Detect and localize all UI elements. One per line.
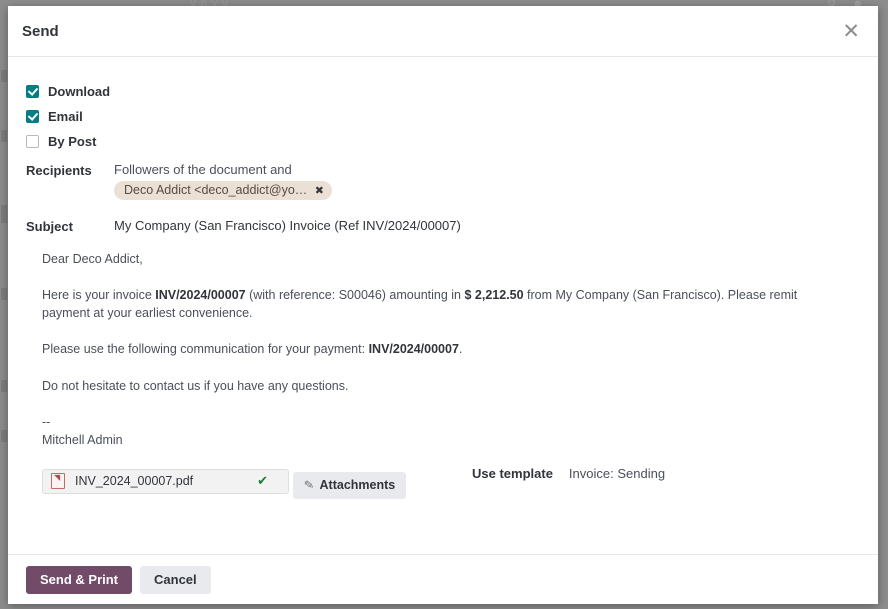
body-p1-invoice-ref: INV/2024/00007 [155,288,246,303]
option-row-email[interactable]: Email [26,104,864,129]
email-body-editor[interactable]: Dear Deco Addict, Here is your invoice I… [22,250,864,449]
email-checkbox[interactable] [26,110,39,123]
download-checkbox[interactable] [26,85,39,98]
dialog-body: Download Email By Post Recipients Follow… [8,57,878,554]
backdrop-edge-mark [1,130,7,142]
body-paragraph-2: Please use the following communication f… [42,340,818,358]
pdf-file-icon [51,473,65,490]
signature-separator: -- [42,414,51,429]
cancel-button[interactable]: Cancel [140,565,211,594]
send-and-print-button[interactable]: Send & Print [26,565,133,594]
subject-label: Subject [26,219,73,234]
body-paragraph-1: Here is your invoice INV/2024/00007 (wit… [42,286,818,322]
recipients-value: Followers of the document and Deco Addic… [100,162,332,200]
followers-text: Followers of the document and [114,162,292,177]
body-p2-b: . [458,342,463,357]
recipient-tag[interactable]: Deco Addict <deco_addict@you... ✖ [114,181,332,200]
attachment-area: INV_2024_00007.pdf ✔ ✎ Attachments Use t… [22,463,864,499]
option-row-by-post[interactable]: By Post [26,129,864,154]
check-icon: ✔ [257,473,268,489]
backdrop-edge-mark [1,288,7,300]
body-greeting: Dear Deco Addict, [42,252,143,266]
attachment-column: INV_2024_00007.pdf ✔ ✎ Attachments [42,463,472,499]
body-p2-invoice-ref: INV/2024/00007 [368,342,459,357]
paperclip-icon: ✎ [303,477,316,494]
dialog-title: Send [22,22,59,40]
close-icon[interactable]: ✕ [840,20,862,42]
attachment-file[interactable]: INV_2024_00007.pdf ✔ [42,468,289,494]
attachments-button[interactable]: ✎ Attachments [293,471,407,499]
download-label[interactable]: Download [48,84,110,99]
body-p1-amount: $ 2,212.50 [464,288,524,303]
backdrop-edge-mark [1,205,7,223]
body-p1-a: Here is your invoice [42,288,156,303]
email-label[interactable]: Email [48,109,83,124]
dialog-header: Send ✕ [8,6,878,57]
body-p2-a: Please use the following communication f… [42,342,369,357]
send-dialog: Send ✕ Download Email By Post Recipients… [8,6,878,604]
subject-row: Subject My Company (San Francisco) Invoi… [22,218,864,234]
signature-name: Mitchell Admin [42,432,123,447]
subject-input[interactable]: My Company (San Francisco) Invoice (Ref … [100,218,461,234]
dialog-footer: Send & Print Cancel [8,554,878,604]
body-paragraph-3: Do not hesitate to contact us if you hav… [42,378,349,393]
body-p1-b: (with reference: S00046) amounting in [245,288,465,303]
option-row-download[interactable]: Download [26,79,864,104]
by-post-checkbox[interactable] [26,135,39,148]
recipients-row: Recipients Followers of the document and… [22,162,864,200]
template-block: Use template Invoice: Sending [472,463,665,499]
recipient-tag-label: Deco Addict <deco_addict@you... [124,183,312,197]
backdrop-edge-mark [1,430,7,442]
attachment-file-name: INV_2024_00007.pdf [75,474,194,489]
remove-recipient-icon[interactable]: ✖ [315,184,324,197]
attachments-button-label: Attachments [319,478,396,493]
use-template-value[interactable]: Invoice: Sending [569,466,665,499]
backdrop-edge-mark [1,70,7,82]
use-template-label: Use template [472,465,553,481]
by-post-label[interactable]: By Post [48,134,96,149]
recipients-label: Recipients [26,163,92,178]
backdrop-edge-mark [1,380,7,392]
